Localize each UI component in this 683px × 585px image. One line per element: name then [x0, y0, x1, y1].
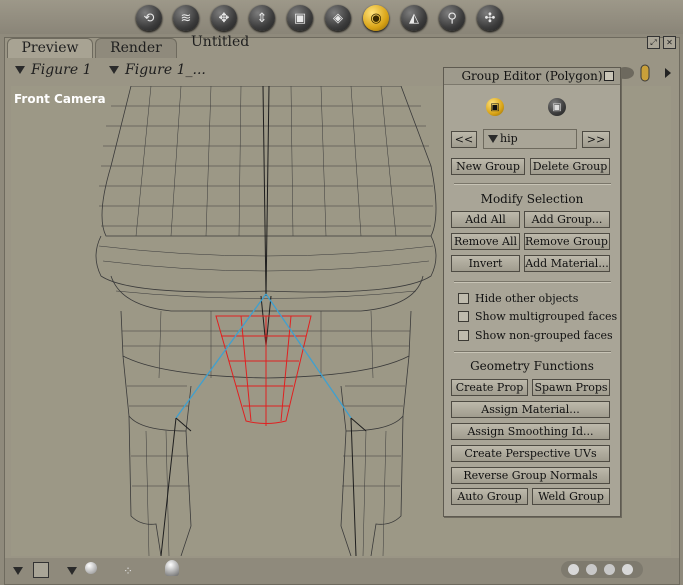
weld-group-button[interactable]: Weld Group — [532, 488, 610, 505]
element-dropdown-label: Figure 1_... — [125, 62, 206, 78]
group-dropdown[interactable]: hip — [483, 129, 577, 149]
dropdown-arrow-icon — [488, 135, 498, 143]
dot-icon[interactable] — [622, 564, 633, 575]
create-perspective-uvs-button[interactable]: Create Perspective UVs — [451, 445, 610, 462]
show-multigrouped-checkbox[interactable] — [458, 311, 469, 322]
auto-group-button[interactable]: Auto Group — [451, 488, 528, 505]
divider — [454, 281, 611, 283]
element-dropdown[interactable]: Figure 1_... — [109, 62, 206, 78]
show-nongrouped-checkbox[interactable] — [458, 330, 469, 341]
tab-render[interactable]: Render — [95, 38, 177, 58]
dropdown-arrow-icon — [109, 66, 119, 74]
assign-material-button[interactable]: Assign Material... — [451, 401, 610, 418]
hide-other-objects-label: Hide other objects — [475, 292, 579, 305]
assign-smoothing-id-button[interactable]: Assign Smoothing Id... — [451, 423, 610, 440]
hide-other-objects-checkbox[interactable] — [458, 293, 469, 304]
geometry-functions-header: Geometry Functions — [470, 359, 594, 373]
hand-icon[interactable] — [640, 64, 650, 82]
rotate-icon[interactable]: ⟲ — [136, 5, 162, 31]
taper-icon[interactable]: ▣ — [287, 5, 313, 31]
vertex-mode-icon[interactable]: ▣ — [548, 98, 566, 116]
box-display-icon[interactable] — [33, 562, 49, 578]
scale-icon[interactable]: ⇕ — [249, 5, 275, 31]
panel-title[interactable]: Group Editor (Polygon) — [444, 68, 620, 85]
delete-group-button[interactable]: Delete Group — [530, 158, 610, 175]
skeleton-bones — [175, 293, 352, 419]
add-all-button[interactable]: Add All — [451, 211, 520, 228]
selected-hip-group — [215, 315, 312, 426]
dropdown-arrow-icon — [15, 66, 25, 74]
dot-icon[interactable] — [568, 564, 579, 575]
group-icon[interactable]: ◉ — [363, 5, 389, 31]
dot-icon[interactable] — [604, 564, 615, 575]
group-editor-panel: Group Editor (Polygon) ▣ ▣ << hip >> New… — [443, 67, 621, 517]
lights-icon[interactable]: ⁘ — [123, 564, 139, 578]
show-nongrouped-label: Show non-grouped faces — [475, 329, 613, 342]
dropdown-arrow-icon[interactable] — [67, 567, 77, 575]
modify-selection-header: Modify Selection — [480, 192, 584, 206]
figure-dropdown[interactable]: Figure 1 — [15, 62, 92, 78]
reverse-group-normals-button[interactable]: Reverse Group Normals — [451, 467, 610, 484]
add-material-button[interactable]: Add Material... — [524, 255, 610, 272]
translate-icon[interactable]: ✥ — [211, 5, 237, 31]
invert-button[interactable]: Invert — [451, 255, 520, 272]
camera-label[interactable]: Front Camera — [14, 92, 106, 106]
close-icon[interactable]: ✕ — [663, 36, 676, 49]
new-group-button[interactable]: New Group — [451, 158, 525, 175]
tab-preview[interactable]: Preview — [7, 38, 93, 58]
maximize-icon[interactable]: ⤢ — [647, 36, 660, 49]
figure-dropdown-label: Figure 1 — [31, 62, 92, 78]
direct-manipulation-icon[interactable]: ◭ — [401, 5, 427, 31]
previous-group-button[interactable]: << — [451, 131, 477, 148]
morph-icon[interactable]: ◈ — [325, 5, 351, 31]
render-dots — [561, 561, 643, 578]
polygon-mode-icon[interactable]: ▣ — [486, 98, 504, 116]
document-title: Untitled — [191, 34, 250, 50]
dot-icon[interactable] — [586, 564, 597, 575]
divider — [454, 351, 611, 353]
twist-icon[interactable]: ≋ — [173, 5, 199, 31]
group-name-label: hip — [500, 132, 518, 145]
view-magnifier-icon[interactable]: ✣ — [477, 5, 503, 31]
ground-shadow-icon[interactable] — [165, 560, 179, 576]
add-group-button[interactable]: Add Group... — [524, 211, 610, 228]
play-arrow-icon[interactable] — [665, 68, 671, 78]
next-group-button[interactable]: >> — [582, 131, 610, 148]
sphere-icon[interactable] — [85, 562, 97, 574]
magnify-icon[interactable]: ⚲ — [439, 5, 465, 31]
display-style-bar: ⁘ — [5, 558, 679, 584]
create-prop-button[interactable]: Create Prop — [451, 379, 528, 396]
divider — [454, 183, 611, 185]
dropdown-arrow-icon[interactable] — [13, 567, 23, 575]
close-icon[interactable] — [604, 71, 614, 81]
show-multigrouped-label: Show multigrouped faces — [475, 310, 618, 323]
spawn-props-button[interactable]: Spawn Props — [532, 379, 610, 396]
remove-group-button[interactable]: Remove Group... — [524, 233, 610, 250]
remove-all-button[interactable]: Remove All — [451, 233, 520, 250]
editing-toolbar: ⟲ ≋ ✥ ⇕ ▣ ◈ ◉ ◭ ⚲ ✣ — [0, 0, 683, 34]
